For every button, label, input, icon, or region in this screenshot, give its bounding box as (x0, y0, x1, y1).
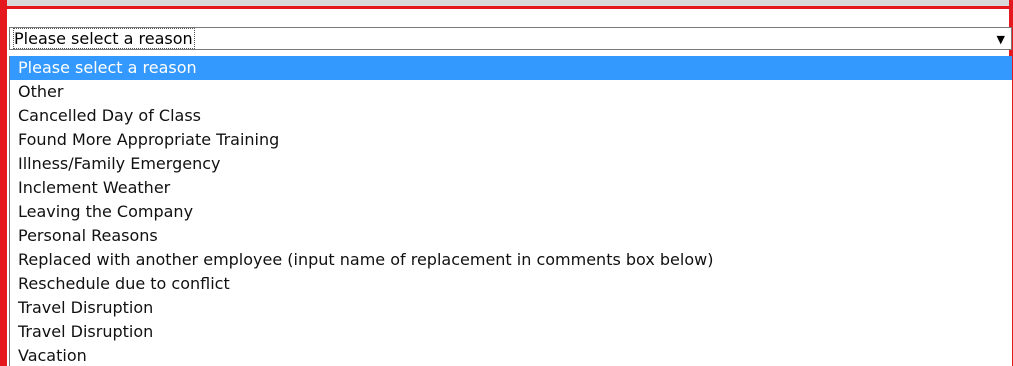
form-frame: Please select a reason ▼ Please select a… (0, 0, 1013, 366)
option-inclement-weather[interactable]: Inclement Weather (10, 176, 1012, 200)
top-border (0, 0, 1013, 9)
triangle-down-icon[interactable]: ▼ (997, 30, 1005, 49)
option-personal-reasons[interactable]: Personal Reasons (10, 224, 1012, 248)
option-cancelled-day-of-class[interactable]: Cancelled Day of Class (10, 104, 1012, 128)
option-illness-family-emergency[interactable]: Illness/Family Emergency (10, 152, 1012, 176)
option-other[interactable]: Other (10, 80, 1012, 104)
option-vacation[interactable]: Vacation (10, 344, 1012, 366)
option-reschedule-due-to-conflict[interactable]: Reschedule due to conflict (10, 272, 1012, 296)
option-leaving-the-company[interactable]: Leaving the Company (10, 200, 1012, 224)
reason-dropdown-list: Please select a reason Other Cancelled D… (9, 56, 1012, 366)
reason-select[interactable]: Please select a reason ▼ (9, 27, 1012, 50)
option-travel-disruption[interactable]: Travel Disruption (10, 296, 1012, 320)
left-error-border (0, 0, 7, 366)
option-replaced-with-another-employee[interactable]: Replaced with another employee (input na… (10, 248, 1012, 272)
option-travel-disruption[interactable]: Travel Disruption (10, 320, 1012, 344)
reason-select-value: Please select a reason (13, 28, 195, 49)
option-please-select[interactable]: Please select a reason (10, 56, 1012, 80)
option-found-more-appropriate-training[interactable]: Found More Appropriate Training (10, 128, 1012, 152)
